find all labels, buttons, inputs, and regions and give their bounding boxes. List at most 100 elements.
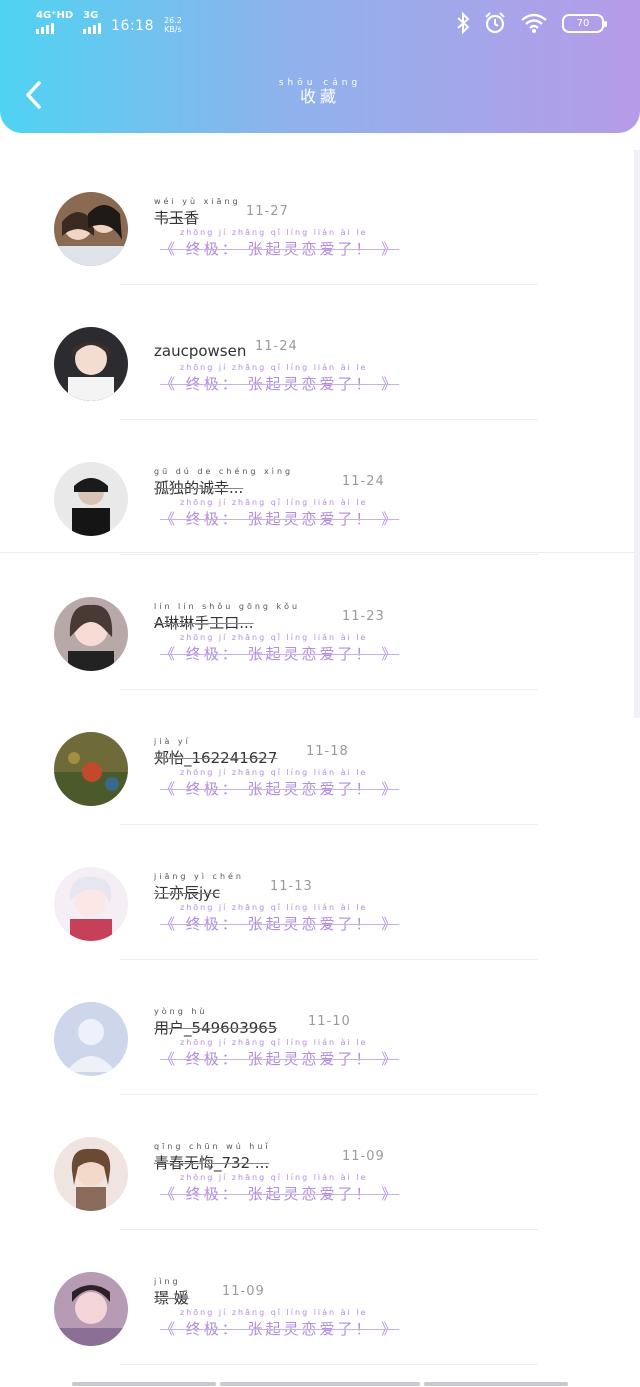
user-name[interactable]: yòng hù 用户_549603965 xyxy=(154,1007,277,1038)
user-name[interactable]: jìng 璟 媛 xyxy=(154,1277,189,1308)
sim2-label: 3G xyxy=(83,10,99,21)
avatar[interactable] xyxy=(54,462,128,536)
user-name[interactable]: jiāng yì chén 江亦辰jyc xyxy=(154,872,244,903)
page-title: shōu cáng 收藏 xyxy=(0,78,640,106)
user-name[interactable]: zaucpowsen xyxy=(154,342,246,360)
status-bar: 4G⁺HD 3G 16:18 26.2 KB/s 70 xyxy=(0,0,640,50)
scroll-track[interactable] xyxy=(634,150,640,718)
avatar[interactable] xyxy=(54,1137,128,1211)
story-title-text: 《 终极： 张起灵恋爱了！ 》 xyxy=(160,645,400,663)
story-title-link[interactable]: zhōng jí zhāng qǐ líng lián ài le 《 终极： 张… xyxy=(160,1173,399,1204)
list-item[interactable]: lín lín shǒu gōng kǒu A琳琳手工口... 11-23 zhōng… xyxy=(0,555,634,690)
user-name[interactable]: lín lín shǒu gōng kǒu A琳琳手工口... xyxy=(154,602,300,633)
story-title-link[interactable]: zhōng jí zhāng qǐ líng lián ài le 《 终极： 张… xyxy=(160,363,399,394)
story-title-pinyin: zhōng jí zhāng qǐ líng lián ài le xyxy=(180,498,368,507)
user-name-pinyin: wéi yù xiāng xyxy=(154,197,241,206)
user-name-text: 璟 媛 xyxy=(154,1289,189,1307)
avatar[interactable] xyxy=(54,867,128,941)
list-item[interactable]: gū dú de chéng xìng 孤独的诚幸... 11-24 zhōng jí… xyxy=(0,420,634,555)
header-bar: 4G⁺HD 3G 16:18 26.2 KB/s 70 shōu cáng 收藏 xyxy=(0,0,640,133)
story-title-pinyin: zhōng jí zhāng qǐ líng lián ài le xyxy=(180,1308,368,1317)
bottom-indicator xyxy=(424,1382,568,1386)
story-title-link[interactable]: zhōng jí zhāng qǐ líng lián ài le 《 终极： 张… xyxy=(160,633,399,664)
user-name-text: 孤独的诚幸... xyxy=(154,479,244,497)
list-item[interactable]: jià yí 郏怡_162241627 11-18 zhōng jí zhāng qǐ… xyxy=(0,690,634,825)
item-date: 11-13 xyxy=(270,879,313,894)
story-title-text: 《 终极： 张起灵恋爱了！ 》 xyxy=(160,1320,400,1338)
user-name[interactable]: jià yí 郏怡_162241627 xyxy=(154,737,277,768)
list-item[interactable]: jiāng yì chén 江亦辰jyc 11-13 zhōng jí zhāng q… xyxy=(0,825,634,960)
user-name-pinyin: qīng chūn wú huǐ xyxy=(154,1142,271,1151)
list-item[interactable]: jìng 璟 媛 11-09 zhōng jí zhāng qǐ líng lián … xyxy=(0,1230,634,1365)
story-title-text: 《 终极： 张起灵恋爱了！ 》 xyxy=(160,915,400,933)
avatar[interactable] xyxy=(54,1272,128,1346)
user-name-text: zaucpowsen xyxy=(154,342,247,360)
item-date: 11-18 xyxy=(306,744,349,759)
user-name-text: A琳琳手工口... xyxy=(154,614,254,632)
story-title-text: 《 终极： 张起灵恋爱了！ 》 xyxy=(160,1050,400,1068)
bottom-indicator xyxy=(72,1382,216,1386)
avatar[interactable] xyxy=(54,732,128,806)
network-speed: 26.2 KB/s xyxy=(164,16,182,34)
story-title-pinyin: zhōng jí zhāng qǐ líng lián ài le xyxy=(180,1038,368,1047)
clock: 16:18 xyxy=(111,18,154,34)
list-item[interactable]: qīng chūn wú huǐ 青春无悔_732 ... 11-09 zhōng j… xyxy=(0,1095,634,1230)
story-title-link[interactable]: zhōng jí zhāng qǐ líng lián ài le 《 终极： 张… xyxy=(160,498,399,529)
story-title-text: 《 终极： 张起灵恋爱了！ 》 xyxy=(160,1185,400,1203)
item-date: 11-10 xyxy=(308,1014,351,1029)
bluetooth-icon xyxy=(457,12,470,34)
story-title-link[interactable]: zhōng jí zhāng qǐ líng lián ài le 《 终极： 张… xyxy=(160,1038,399,1069)
item-date: 11-09 xyxy=(222,1284,265,1299)
list-item[interactable]: wéi yù xiāng 韦玉香 11-27 zhōng jí zhāng qǐ lí… xyxy=(0,150,634,285)
user-name-pinyin: lín lín shǒu gōng kǒu xyxy=(154,602,301,611)
story-title-pinyin: zhōng jí zhāng qǐ líng lián ài le xyxy=(180,363,368,372)
list-item[interactable]: yòng hù 用户_549603965 11-10 zhōng jí zhāng q… xyxy=(0,960,634,1095)
avatar[interactable] xyxy=(54,327,128,401)
user-name-text: 郏怡_162241627 xyxy=(154,749,278,767)
user-name-pinyin: yòng hù xyxy=(154,1007,208,1016)
user-name[interactable]: wéi yù xiāng 韦玉香 xyxy=(154,197,241,228)
story-title-link[interactable]: zhōng jí zhāng qǐ líng lián ài le 《 终极： 张… xyxy=(160,768,399,799)
signal-bars-icon xyxy=(36,22,54,34)
alarm-icon xyxy=(485,12,505,34)
wifi-icon xyxy=(521,13,547,33)
item-date: 11-09 xyxy=(342,1149,385,1164)
story-title-text: 《 终极： 张起灵恋爱了！ 》 xyxy=(160,375,400,393)
avatar[interactable] xyxy=(54,597,128,671)
story-title-pinyin: zhōng jí zhāng qǐ líng lián ài le xyxy=(180,903,368,912)
story-title-pinyin: zhōng jí zhāng qǐ líng lián ài le xyxy=(180,633,368,642)
title-text: 收藏 xyxy=(299,87,340,106)
user-name-text: 江亦辰jyc xyxy=(154,884,221,902)
list-item[interactable]: zaucpowsen 11-24 zhōng jí zhāng qǐ líng li… xyxy=(0,285,634,420)
story-title-pinyin: zhōng jí zhāng qǐ líng lián ài le xyxy=(180,768,368,777)
story-title-text: 《 终极： 张起灵恋爱了！ 》 xyxy=(160,240,400,258)
user-name-pinyin: jìng xyxy=(154,1277,181,1286)
avatar[interactable] xyxy=(54,192,128,266)
sim1-label: 4G⁺HD xyxy=(36,10,74,21)
bottom-indicator xyxy=(220,1382,420,1386)
sim1-signal: 4G⁺HD xyxy=(36,10,73,34)
user-name-text: 青春无悔_732 ... xyxy=(154,1154,270,1172)
user-name-pinyin: jiāng yì chén xyxy=(154,872,244,881)
user-name-text: 用户_549603965 xyxy=(154,1019,278,1037)
battery-icon: 70 xyxy=(562,13,607,33)
story-title-link[interactable]: zhōng jí zhāng qǐ líng lián ài le 《 终极： 张… xyxy=(160,228,399,259)
item-date: 11-27 xyxy=(246,204,289,219)
signal-bars-icon xyxy=(83,22,102,34)
user-name-pinyin: gū dú de chéng xìng xyxy=(154,467,294,476)
story-title-pinyin: zhōng jí zhāng qǐ líng lián ài le xyxy=(180,228,368,237)
speed-unit: KB/s xyxy=(164,25,182,34)
user-name[interactable]: gū dú de chéng xìng 孤独的诚幸... xyxy=(154,467,293,498)
user-name[interactable]: qīng chūn wú huǐ 青春无悔_732 ... xyxy=(154,1142,271,1173)
user-name-text: 韦玉香 xyxy=(154,209,200,227)
story-title-text: 《 终极： 张起灵恋爱了！ 》 xyxy=(160,510,400,528)
story-title-link[interactable]: zhōng jí zhāng qǐ líng lián ài le 《 终极： 张… xyxy=(160,903,399,934)
story-title-text: 《 终极： 张起灵恋爱了！ 》 xyxy=(160,780,400,798)
speed-value: 26.2 xyxy=(163,16,182,25)
story-title-link[interactable]: zhōng jí zhāng qǐ líng lián ài le 《 终极： 张… xyxy=(160,1308,399,1339)
story-title-pinyin: zhōng jí zhāng qǐ líng lián ài le xyxy=(180,1173,368,1182)
item-date: 11-23 xyxy=(342,609,385,624)
avatar[interactable] xyxy=(54,1002,128,1076)
row-divider xyxy=(120,1364,538,1365)
item-date: 11-24 xyxy=(342,474,385,489)
